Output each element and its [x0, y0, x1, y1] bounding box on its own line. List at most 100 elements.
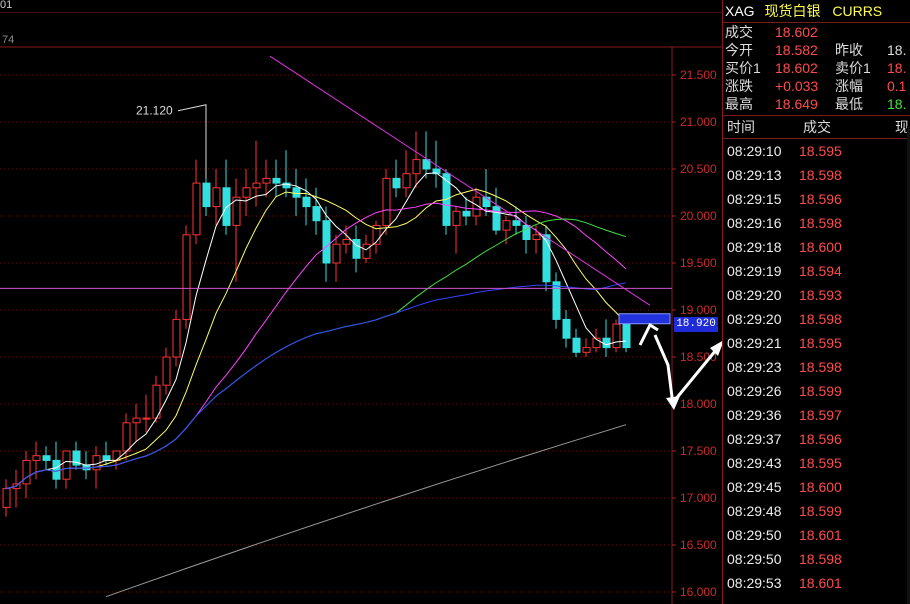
pct-label: 涨幅	[835, 78, 863, 94]
chart-top-info: 01	[0, 0, 722, 12]
tick-time: 08:29:26	[727, 383, 782, 399]
candle-body	[122, 422, 131, 452]
candle-body	[552, 281, 561, 320]
y-tick-label: 17.500	[680, 444, 717, 458]
tick-price: 18.599	[799, 503, 842, 519]
open-label: 今开	[725, 42, 753, 58]
candle-body	[462, 210, 471, 217]
tick-price: 18.598	[799, 215, 842, 231]
candle-body	[382, 177, 391, 226]
change-value: +0.033	[775, 78, 819, 94]
ma20-line	[5, 202, 627, 490]
tick-row: 08:29:19 18.594	[723, 259, 910, 283]
candle-body	[582, 347, 591, 353]
candle-body	[32, 455, 41, 461]
candle-body	[342, 239, 351, 245]
tick-time: 08:29:36	[727, 407, 782, 423]
tick-time: 08:29:37	[727, 431, 782, 447]
tick-price: 18.594	[799, 263, 842, 279]
candle-body	[452, 210, 461, 226]
candle-body	[242, 187, 251, 198]
high-annotation-label: 21.120	[136, 104, 173, 118]
candle-body	[182, 234, 191, 320]
kline-chart[interactable]: 21.500 21.000 20.500 20.000 19.500 19.000 18.5…	[0, 0, 722, 604]
candle-body	[62, 450, 71, 480]
high-value: 18.649	[775, 96, 818, 112]
candle-body	[392, 177, 401, 189]
tick-price: 18.595	[799, 143, 842, 159]
currency-label: CURRS	[832, 3, 883, 19]
tick-time: 08:29:53	[727, 575, 782, 591]
y-tick-label: 19.500	[680, 256, 717, 270]
candle-body	[422, 159, 431, 170]
candle-body	[362, 243, 371, 259]
tick-price: 18.600	[799, 239, 842, 255]
tick-time: 08:29:23	[727, 359, 782, 375]
candle-body	[212, 187, 221, 208]
candle-body	[412, 159, 421, 175]
tick-price: 18.601	[799, 527, 842, 543]
tick-price: 18.593	[799, 287, 842, 303]
tick-price: 18.598	[799, 167, 842, 183]
y-tick-label: 16.000	[680, 585, 717, 599]
tick-row: 08:29:37 18.596	[723, 427, 910, 451]
kline-chart-svg[interactable]: 21.50021.00020.50020.00019.50019.00018.5…	[0, 0, 722, 604]
tick-time: 08:29:10	[727, 143, 782, 159]
ma40-line	[5, 218, 627, 490]
ticks-list[interactable]: 08:29:10 18.595 08:29:13 18.598 08:29:15 18.5…	[723, 139, 910, 595]
bid-label: 买价1	[725, 60, 761, 76]
candle-body	[332, 243, 341, 264]
symbol-name: 现货白银	[764, 3, 821, 19]
change-label: 涨跌	[725, 78, 753, 94]
tick-row: 08:29:13 18.598	[723, 163, 910, 187]
candle-body	[352, 239, 361, 259]
tick-row: 08:29:18 18.600	[723, 235, 910, 259]
y-tick-label: 17.000	[680, 491, 717, 505]
tick-time: 08:29:18	[727, 239, 782, 255]
candle-body	[492, 206, 501, 231]
deal-label: 成交	[725, 24, 753, 40]
tick-row: 08:29:21 18.595	[723, 331, 910, 355]
candle-body	[622, 323, 631, 349]
ticks-header: 时间 成交 现	[723, 116, 910, 139]
tick-row: 08:29:48 18.599	[723, 499, 910, 523]
candle-body	[252, 182, 261, 189]
candle-body	[402, 173, 411, 189]
candle-body	[292, 187, 301, 198]
chart-sub-info: 74	[2, 34, 15, 46]
y-tick-label: 16.500	[680, 538, 717, 552]
low-label: 最低	[835, 96, 863, 112]
candle-body	[202, 182, 211, 208]
current-price-marker	[618, 313, 671, 325]
tick-row: 08:29:45 18.600	[723, 475, 910, 499]
tick-row: 08:29:36 18.597	[723, 403, 910, 427]
tick-time: 08:29:50	[727, 551, 782, 567]
candle-body	[512, 220, 521, 226]
tick-time: 08:29:48	[727, 503, 782, 519]
candle-body	[22, 459, 31, 485]
tick-price: 18.597	[799, 407, 842, 423]
ticks-header-time: 时间	[727, 119, 755, 135]
symbol-code: XAG	[725, 3, 755, 19]
panel-title: XAG 现货白银 CURRS	[723, 0, 910, 23]
tick-price: 18.595	[799, 455, 842, 471]
y-tick-label: 21.500	[680, 68, 717, 82]
candle-body	[142, 417, 151, 420]
candle-body	[572, 337, 581, 353]
tick-price: 18.600	[799, 479, 842, 495]
tick-time: 08:29:16	[727, 215, 782, 231]
y-tick-label: 20.500	[680, 162, 717, 176]
tick-row: 08:29:20 18.593	[723, 283, 910, 307]
y-tick-label: 20.000	[680, 209, 717, 223]
tick-price: 18.596	[799, 431, 842, 447]
tick-row: 08:29:43 18.595	[723, 451, 910, 475]
quote-block: 成交 18.602 今开 18.582 昨收 18. 买价1 18.602 卖价1 18. 涨…	[723, 23, 910, 116]
candle-body	[602, 337, 611, 349]
candle-body	[172, 318, 181, 358]
ask-value: 18.	[887, 60, 907, 76]
tick-row: 08:29:50 18.598	[723, 547, 910, 571]
arrow-down	[653, 334, 675, 406]
tick-time: 08:29:21	[727, 335, 782, 351]
ticks-header-deal: 成交	[803, 119, 831, 135]
tick-price: 18.598	[799, 359, 842, 375]
